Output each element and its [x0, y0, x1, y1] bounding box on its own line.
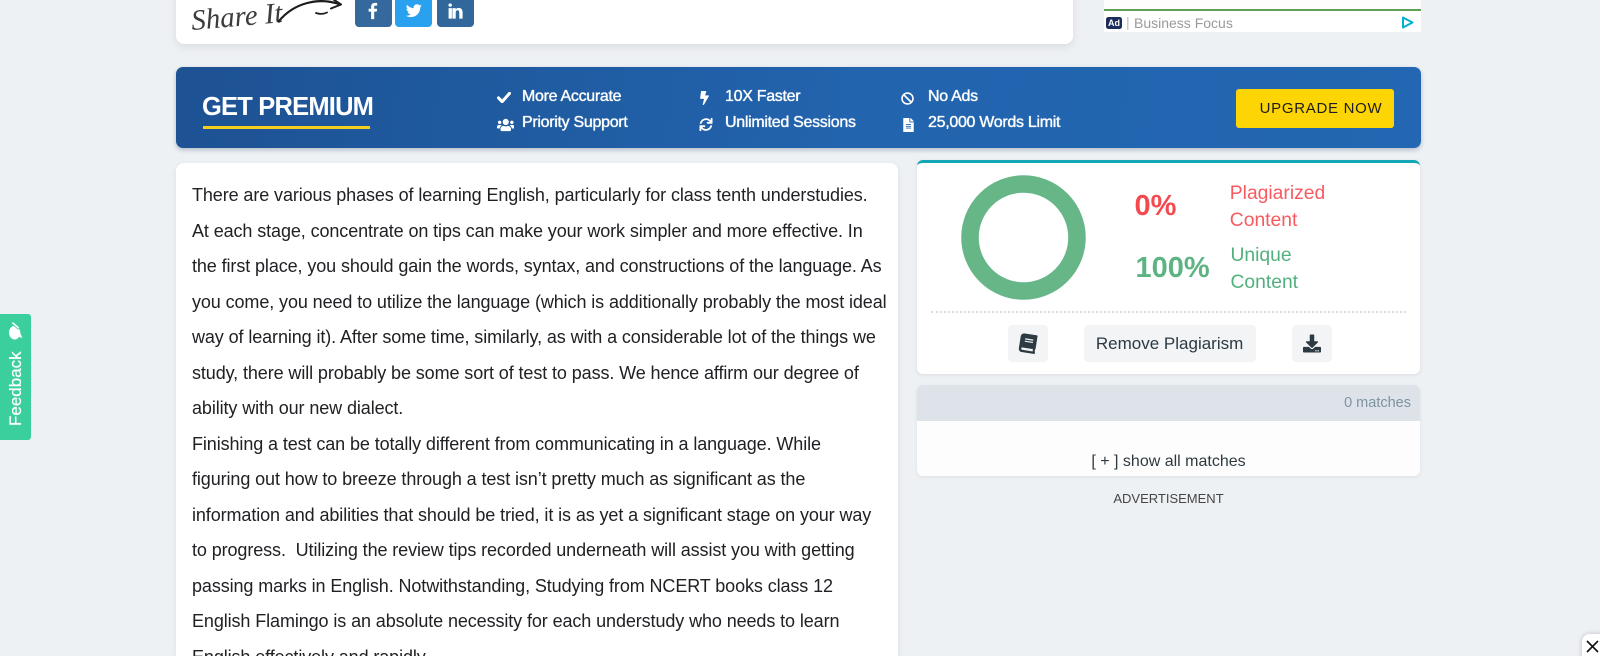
svg-text:Share It: Share It	[190, 0, 285, 37]
